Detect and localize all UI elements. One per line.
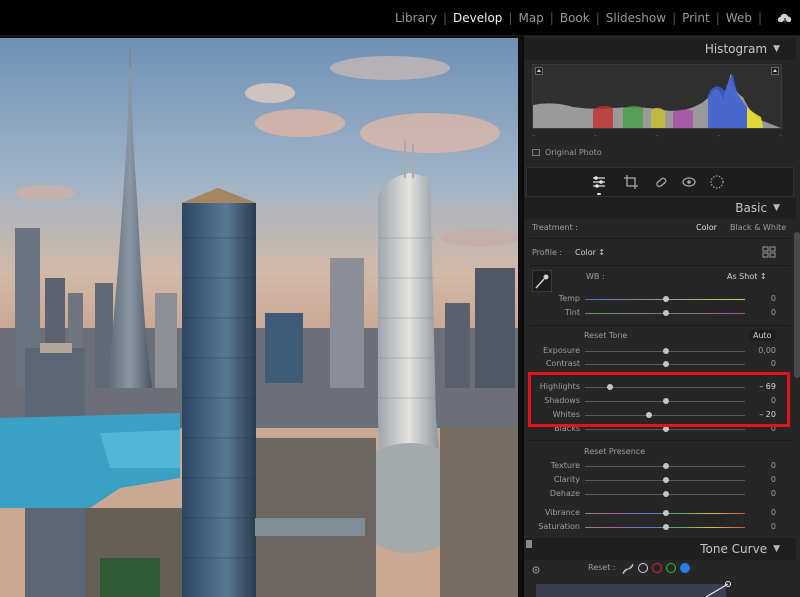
- texture-value[interactable]: 0: [736, 461, 776, 470]
- clarity-label: Clarity: [553, 475, 580, 484]
- curve-channel-red[interactable]: [652, 563, 662, 573]
- target-adjustment-icon[interactable]: [532, 566, 540, 574]
- reset-presence-button[interactable]: Reset Presence: [584, 447, 645, 456]
- saturation-value[interactable]: 0: [736, 522, 776, 531]
- exposure-label: Exposure: [542, 346, 580, 355]
- contrast-value[interactable]: 0: [736, 359, 776, 368]
- reset-tone-button[interactable]: Reset Tone: [584, 331, 627, 340]
- tone-curve-reset-label: Reset :: [588, 563, 616, 572]
- wb-dropdown[interactable]: As Shot ↕: [727, 272, 767, 281]
- module-print[interactable]: Print: [676, 11, 716, 25]
- panel-scrollbar[interactable]: [794, 232, 800, 378]
- treatment-label: Treatment :: [532, 223, 578, 232]
- basic-header[interactable]: Basic ▼: [524, 197, 796, 219]
- masking-icon[interactable]: [709, 174, 725, 190]
- edit-sliders-icon[interactable]: [591, 174, 607, 190]
- tone-curve-line[interactable]: [706, 581, 732, 597]
- temp-value[interactable]: 0: [736, 294, 776, 303]
- divider: [530, 325, 790, 326]
- histogram-ticks: -----: [532, 131, 782, 140]
- module-bar: Library | Develop | Map | Book | Slideshow | …: [0, 0, 800, 36]
- contrast-label: Contrast: [545, 359, 580, 368]
- parametric-curve-icon[interactable]: [622, 563, 634, 575]
- module-book[interactable]: Book: [554, 11, 596, 25]
- contrast-slider-thumb[interactable]: [663, 361, 669, 367]
- dehaze-slider-thumb[interactable]: [663, 491, 669, 497]
- treatment-color-option[interactable]: Color: [696, 223, 717, 232]
- basic-title: Basic: [735, 201, 768, 215]
- tone-curve-graph[interactable]: [536, 584, 726, 597]
- original-photo-checkbox[interactable]: [532, 149, 540, 156]
- collapse-triangle-icon[interactable]: ▼: [773, 544, 780, 554]
- city-skyline-photo: [0, 38, 518, 597]
- curve-channel-blue[interactable]: [680, 563, 690, 573]
- module-map[interactable]: Map: [512, 11, 549, 25]
- vibrance-value[interactable]: 0: [736, 508, 776, 517]
- right-panel: Histogram ▼ ----- Original Photo Basic ▼…: [522, 36, 800, 597]
- curve-channel-white[interactable]: [638, 563, 648, 573]
- module-library[interactable]: Library: [389, 11, 443, 25]
- profile-dropdown[interactable]: Color ↕: [575, 248, 605, 257]
- texture-label: Texture: [550, 461, 580, 470]
- collapse-triangle-icon[interactable]: ▼: [773, 44, 780, 54]
- histogram[interactable]: [532, 64, 782, 129]
- divider: [530, 265, 790, 266]
- tone-curve-title: Tone Curve: [700, 542, 768, 556]
- active-tool-indicator: [597, 193, 601, 195]
- texture-slider-thumb[interactable]: [663, 463, 669, 469]
- module-picker: Library | Develop | Map | Book | Slideshow | …: [389, 0, 762, 36]
- temp-slider-thumb[interactable]: [663, 296, 669, 302]
- panel-switch-icon[interactable]: [526, 540, 532, 548]
- cloud-sync-icon[interactable]: [776, 10, 794, 26]
- white-balance-eyedropper-icon[interactable]: [532, 270, 552, 292]
- module-slideshow[interactable]: Slideshow: [600, 11, 672, 25]
- tone-curve-header[interactable]: Tone Curve ▼: [524, 538, 796, 560]
- healing-bandage-icon[interactable]: [653, 174, 669, 190]
- original-photo-label: Original Photo: [545, 148, 602, 157]
- exposure-value[interactable]: 0,00: [736, 346, 776, 355]
- profile-browser-grid-icon[interactable]: [762, 246, 776, 258]
- exposure-slider-thumb[interactable]: [663, 348, 669, 354]
- treatment-bw-option[interactable]: Black & White: [730, 223, 786, 232]
- original-photo-toggle[interactable]: Original Photo: [532, 148, 602, 157]
- tint-value[interactable]: 0: [736, 308, 776, 317]
- histogram-header[interactable]: Histogram ▼: [524, 38, 796, 60]
- saturation-slider-thumb[interactable]: [663, 524, 669, 530]
- clarity-slider-thumb[interactable]: [663, 477, 669, 483]
- histogram-title: Histogram: [704, 42, 768, 56]
- tint-label: Tint: [564, 308, 580, 317]
- vibrance-label: Vibrance: [544, 508, 580, 517]
- temp-label: Temp: [558, 294, 580, 303]
- tool-strip: [526, 167, 794, 197]
- dehaze-label: Dehaze: [549, 489, 580, 498]
- red-eye-icon[interactable]: [681, 174, 697, 190]
- module-develop[interactable]: Develop: [447, 11, 508, 25]
- annotation-highlight-box: [528, 372, 790, 427]
- curve-channel-selector: [622, 563, 690, 575]
- histogram-graph: [533, 73, 781, 128]
- profile-label: Profile :: [532, 248, 563, 257]
- saturation-label: Saturation: [538, 522, 580, 531]
- crop-icon[interactable]: [623, 174, 639, 190]
- clarity-value[interactable]: 0: [736, 475, 776, 484]
- collapse-triangle-icon[interactable]: ▼: [773, 203, 780, 213]
- auto-tone-button[interactable]: Auto: [748, 330, 777, 341]
- dehaze-value[interactable]: 0: [736, 489, 776, 498]
- curve-channel-green[interactable]: [666, 563, 676, 573]
- vibrance-slider-thumb[interactable]: [663, 510, 669, 516]
- module-web[interactable]: Web: [720, 11, 758, 25]
- photo-preview[interactable]: [0, 38, 518, 597]
- tint-slider-thumb[interactable]: [663, 310, 669, 316]
- divider: [530, 440, 790, 441]
- wb-label: WB :: [586, 272, 605, 281]
- divider: [530, 238, 790, 239]
